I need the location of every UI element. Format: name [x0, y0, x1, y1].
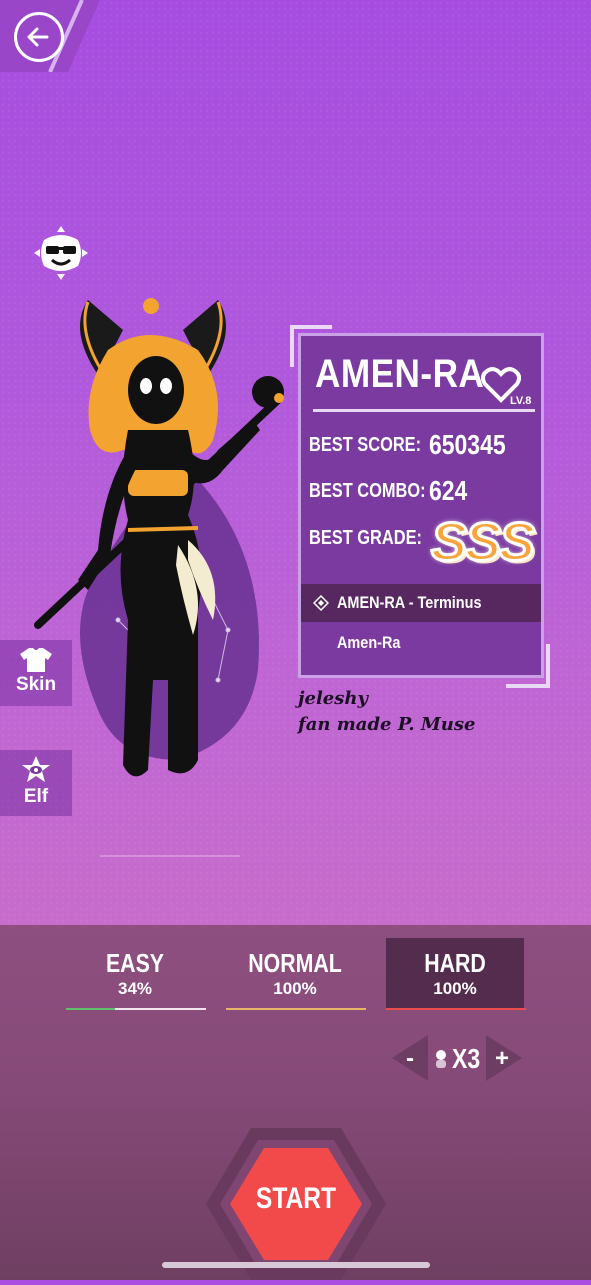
multiplier-value: X3 [452, 1043, 481, 1074]
best-combo-label: BEST COMBO: [309, 480, 426, 502]
home-indicator [162, 1262, 430, 1268]
hard-progress-bar [386, 1008, 526, 1010]
credit-note: fan made P. Muse [298, 714, 476, 735]
multiplier-plus-button[interactable]: + [486, 1035, 526, 1081]
song-title: AMEN-RA [315, 352, 485, 396]
tab-hard-label: HARD [424, 948, 486, 978]
character-illustration [34, 298, 284, 777]
tab-normal[interactable]: NORMAL 100% [226, 938, 364, 1010]
skin-button[interactable]: Skin [0, 640, 72, 706]
credit-author: jeleshy [298, 688, 368, 709]
song-info-card: AMEN-RA LV.8 BEST SCORE: 650345 BEST COM… [298, 333, 544, 678]
skin-label: Skin [15, 674, 57, 695]
tab-normal-percent: 100% [273, 979, 317, 998]
tab-hard-percent: 100% [433, 979, 477, 998]
tab-easy-label: EASY [105, 948, 165, 978]
speed-multiplier: - X3 + [388, 1035, 526, 1081]
elf-button[interactable]: Elf [0, 750, 72, 816]
plus-label: + [495, 1045, 509, 1072]
sunglasses-face-icon[interactable] [34, 226, 88, 280]
chart-item[interactable]: Amen-Ra [301, 622, 541, 662]
tab-easy[interactable]: EASY 34% [66, 938, 204, 1010]
back-arrow-icon [27, 27, 49, 47]
chart-item-selected[interactable]: AMEN-RA - Terminus [301, 584, 541, 622]
song-level: LV.8 [510, 395, 532, 407]
normal-progress-bar [226, 1008, 366, 1010]
card-corner-decoration-bottom [506, 644, 550, 688]
title-divider [313, 409, 535, 412]
best-grade-label: BEST GRADE: [309, 527, 422, 549]
eye-star-icon [22, 756, 50, 782]
shirt-icon [20, 648, 52, 672]
tab-normal-label: NORMAL [248, 948, 342, 978]
start-button[interactable]: START [206, 1128, 386, 1280]
best-score-label: BEST SCORE: [309, 434, 422, 456]
start-label: START [255, 1182, 337, 1215]
minus-label: - [406, 1045, 414, 1072]
elf-label: Elf [23, 786, 49, 807]
easy-progress-bar [66, 1008, 206, 1010]
stage-line [100, 855, 240, 857]
tab-hard[interactable]: HARD 100% [386, 938, 524, 1010]
best-grade-value: SSS [429, 511, 536, 574]
best-score-value: 650345 [429, 429, 506, 460]
selected-diamond-icon [313, 595, 329, 611]
chart-item-label: Amen-Ra [337, 633, 401, 652]
chart-item-selected-label: AMEN-RA - Terminus [337, 593, 482, 612]
multiplier-minus-button[interactable]: - [388, 1035, 428, 1081]
back-button[interactable] [14, 12, 64, 62]
tab-easy-percent: 34% [117, 979, 153, 998]
note-icon [436, 1050, 446, 1068]
best-combo-value: 624 [429, 475, 468, 506]
